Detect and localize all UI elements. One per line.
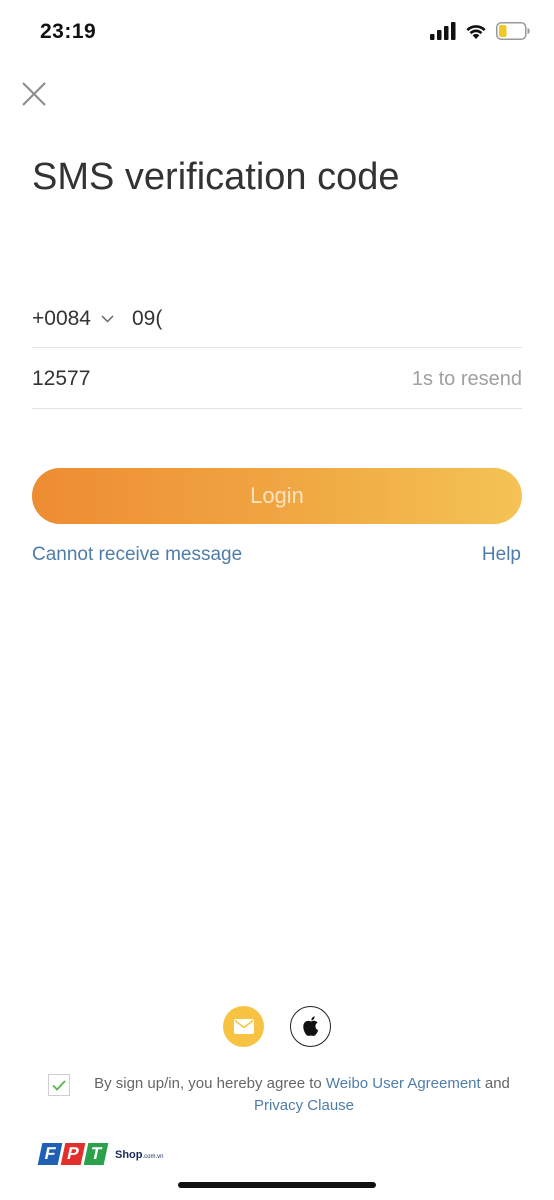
chevron-down-icon	[101, 314, 114, 323]
agreement-checkbox[interactable]	[48, 1074, 70, 1096]
login-button[interactable]: Login	[32, 468, 522, 524]
phone-number-input[interactable]	[131, 306, 452, 331]
logo-shop-word: Shop	[115, 1149, 143, 1161]
logo-domain: .com.vn	[142, 1154, 164, 1160]
status-icons	[430, 22, 530, 40]
country-code-label: +0084	[32, 306, 91, 330]
apple-icon	[302, 1015, 318, 1036]
checkmark-icon	[52, 1079, 66, 1091]
cellular-signal-icon	[430, 22, 456, 40]
logo-shop-text: Shop.com.vn	[115, 1149, 164, 1161]
country-code-selector[interactable]: +0084	[32, 307, 132, 331]
close-button[interactable]	[18, 78, 50, 110]
status-bar: 23:19	[0, 0, 554, 66]
agreement-text: By sign up/in, you hereby agree to Weibo…	[84, 1073, 524, 1117]
verification-code-input[interactable]	[32, 367, 332, 391]
phone-row: +0084	[32, 290, 522, 348]
page-title: SMS verification code	[32, 156, 400, 198]
fptshop-watermark-logo: F P T Shop.com.vn	[37, 1143, 164, 1165]
code-row: 1s to resend	[32, 350, 522, 409]
cannot-receive-message-link[interactable]: Cannot receive message	[32, 544, 242, 566]
logo-letter-p: P	[60, 1143, 86, 1165]
close-icon	[22, 82, 46, 106]
resend-countdown[interactable]: 1s to resend	[412, 368, 522, 391]
privacy-clause-link[interactable]: Privacy Clause	[254, 1097, 354, 1114]
agreement-prefix: By sign up/in, you hereby agree to	[94, 1075, 326, 1092]
logo-letter-t: T	[83, 1143, 109, 1165]
home-indicator[interactable]	[178, 1182, 376, 1188]
help-link[interactable]: Help	[482, 544, 521, 566]
logo-letter-f: F	[37, 1143, 63, 1165]
email-login-button[interactable]	[223, 1006, 264, 1047]
wifi-icon	[466, 25, 486, 39]
agreement-conjunction: and	[480, 1075, 510, 1092]
apple-login-button[interactable]	[290, 1006, 331, 1047]
status-time: 23:19	[40, 20, 97, 43]
battery-icon	[496, 22, 530, 40]
mail-icon	[233, 1019, 254, 1034]
weibo-user-agreement-link[interactable]: Weibo User Agreement	[326, 1075, 481, 1092]
